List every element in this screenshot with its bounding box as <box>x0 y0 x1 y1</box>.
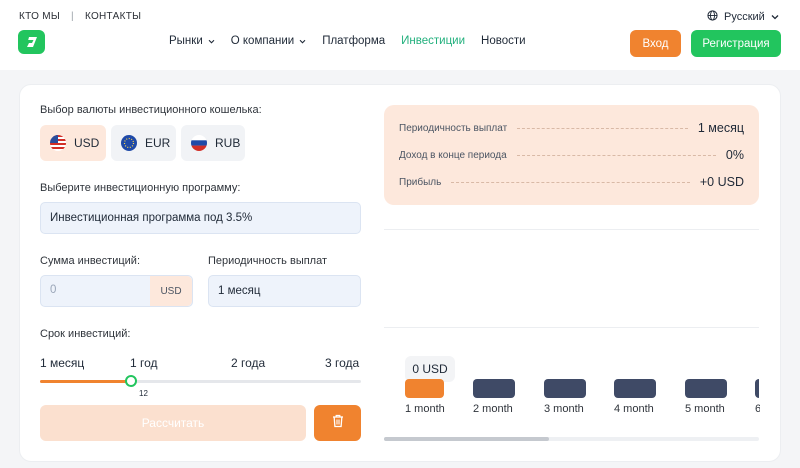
term-slider-value: 12 <box>139 389 148 398</box>
amount-field[interactable]: 0 USD <box>40 275 193 307</box>
term-tick: 2 года <box>231 356 266 370</box>
chart-bar[interactable] <box>614 379 656 398</box>
site-header: КТО МЫ | КОНТАКТЫ Русский Рынки О компан… <box>0 0 800 70</box>
calculate-button[interactable]: Рассчитать <box>40 405 306 441</box>
currency-rub-button[interactable]: RUB <box>181 125 245 161</box>
summary-key: Доход в конце периода <box>399 149 507 161</box>
summary-value: +0 USD <box>699 175 744 189</box>
chevron-down-icon <box>208 35 215 47</box>
payout-select[interactable]: 1 месяц <box>208 275 361 307</box>
program-label: Выберите инвестиционную программу: <box>40 182 241 194</box>
currency-code: RUB <box>215 136 241 150</box>
chart-gridline <box>384 229 759 230</box>
currency-code: USD <box>74 136 100 150</box>
top-links-separator: | <box>71 11 74 22</box>
chart-bar-label: 5 month <box>685 403 725 415</box>
summary-leader <box>517 127 688 129</box>
summary-row: Доход в конце периода 0% <box>399 148 744 162</box>
term-tick: 1 год <box>130 356 158 370</box>
nav-item-label: Рынки <box>169 35 203 47</box>
us-flag-icon <box>50 135 66 151</box>
summary-row: Прибыль +0 USD <box>399 175 744 189</box>
logo[interactable] <box>18 30 45 54</box>
chart-bar[interactable] <box>755 379 759 398</box>
chart-scrollbar-thumb[interactable] <box>384 437 549 441</box>
chart-gridline <box>384 327 759 328</box>
nav-item-news[interactable]: Новости <box>481 35 526 47</box>
currency-code: EUR <box>145 136 171 150</box>
chart-bar[interactable] <box>544 379 586 398</box>
summary-row: Периодичность выплат 1 месяц <box>399 121 744 135</box>
amount-unit: USD <box>150 276 192 306</box>
summary-panel: Периодичность выплат 1 месяц Доход в кон… <box>384 105 759 205</box>
nav-item-platform[interactable]: Платформа <box>322 35 385 47</box>
chevron-down-icon <box>299 35 306 47</box>
link-about[interactable]: КТО МЫ <box>19 11 60 22</box>
language-label: Русский <box>724 11 765 23</box>
nav-item-label: Платформа <box>322 35 386 47</box>
chart-bar-label: 4 month <box>614 403 654 415</box>
summary-value: 0% <box>725 148 744 162</box>
nav-item-label: О компании <box>230 35 295 47</box>
term-tick: 3 года <box>325 356 360 370</box>
chart-bar-label: 6 <box>755 403 760 415</box>
summary-key: Периодичность выплат <box>399 122 508 134</box>
main-nav: Рынки О компании Платформа Инвестиции Но… <box>169 35 542 47</box>
chart-bar-label: 1 month <box>405 403 445 415</box>
summary-leader <box>451 181 690 183</box>
register-button[interactable]: Регистрация <box>691 30 781 57</box>
chart-bar[interactable] <box>473 379 515 398</box>
term-tick: 1 месяц <box>40 356 85 370</box>
term-slider-thumb[interactable] <box>125 375 137 387</box>
term-slider-fill <box>40 380 131 383</box>
nav-item-label: Новости <box>481 35 526 47</box>
summary-key: Прибыль <box>399 176 442 188</box>
summary-leader <box>516 154 716 156</box>
nav-item-markets[interactable]: Рынки <box>169 35 215 47</box>
language-selector[interactable]: Русский <box>707 10 779 24</box>
nav-item-label: Инвестиции <box>401 35 466 47</box>
link-contacts[interactable]: КОНТАКТЫ <box>85 11 141 22</box>
clear-button[interactable] <box>314 405 361 441</box>
chevron-down-icon <box>771 11 779 23</box>
summary-value: 1 месяц <box>697 121 744 135</box>
chart-bar-label: 3 month <box>544 403 584 415</box>
nav-item-investments[interactable]: Инвестиции <box>401 35 465 47</box>
payout-label: Периодичность выплат <box>208 255 328 267</box>
chart-bar[interactable] <box>405 379 444 398</box>
globe-icon <box>707 10 718 24</box>
program-select[interactable]: Инвестиционная программа под 3.5% <box>40 202 361 234</box>
chart-bar-label: 2 month <box>473 403 513 415</box>
login-button[interactable]: Вход <box>630 30 681 57</box>
amount-input[interactable]: 0 <box>50 284 56 296</box>
amount-label: Сумма инвестиций: <box>40 255 141 267</box>
currency-label: Выбор валюты инвестиционного кошелька: <box>40 104 262 116</box>
currency-usd-button[interactable]: USD <box>40 125 106 161</box>
trash-icon <box>332 414 344 433</box>
chart-bar[interactable] <box>685 379 727 398</box>
term-label: Срок инвестиций: <box>40 328 131 340</box>
nav-item-company[interactable]: О компании <box>231 35 306 47</box>
eu-flag-icon <box>121 135 137 151</box>
top-links: КТО МЫ | КОНТАКТЫ <box>19 11 141 22</box>
ru-flag-icon <box>191 135 207 151</box>
currency-eur-button[interactable]: EUR <box>111 125 176 161</box>
